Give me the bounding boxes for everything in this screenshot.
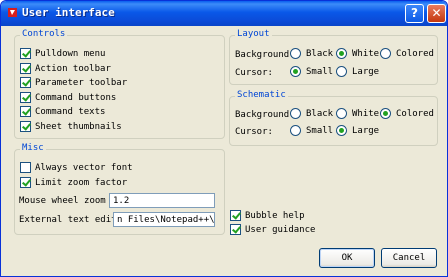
layout-cursor-row: Cursor: Small Large — [235, 66, 435, 79]
mouse-wheel-zoom-input[interactable]: 1.2 — [109, 193, 215, 208]
checkbox-label: Bubble help — [245, 210, 305, 221]
radio-label: White — [352, 108, 380, 119]
ok-button[interactable]: OK — [319, 248, 375, 268]
checkbox-box[interactable] — [20, 77, 31, 88]
radio-button[interactable] — [380, 108, 391, 119]
limit-zoom-factor-checkbox[interactable]: Limit zoom factor — [20, 176, 127, 189]
title-bar[interactable]: User interface ? ✕ — [1, 1, 447, 26]
checkbox-label: Command buttons — [35, 92, 117, 103]
layout-background-black-radio[interactable]: Black — [290, 48, 333, 59]
radio-button[interactable] — [336, 125, 347, 136]
checkbox-box[interactable] — [20, 162, 31, 173]
checkbox-label: Limit zoom factor — [35, 177, 128, 188]
radio-button[interactable] — [336, 48, 347, 59]
checkbox-label: Always vector font — [35, 162, 133, 173]
sheet-thumbnails-checkbox[interactable]: Sheet thumbnails — [20, 120, 122, 133]
layout-cursor-large-radio[interactable]: Large — [336, 66, 379, 77]
checkbox-box[interactable] — [20, 48, 31, 59]
command-buttons-checkbox[interactable]: Command buttons — [20, 91, 116, 104]
layout-background-label: Background: — [235, 49, 295, 60]
schematic-background-white-radio[interactable]: White — [336, 108, 379, 119]
window-title: User interface — [22, 6, 115, 19]
misc-group-title: Misc — [20, 143, 46, 153]
radio-button[interactable] — [290, 66, 301, 77]
checkbox-box[interactable] — [230, 210, 241, 221]
schematic-cursor-small-radio[interactable]: Small — [290, 125, 333, 136]
radio-label: Large — [352, 66, 380, 77]
schematic-background-colored-radio[interactable]: Colored — [380, 108, 434, 119]
radio-button[interactable] — [290, 108, 301, 119]
radio-label: Colored — [396, 108, 434, 119]
radio-button[interactable] — [336, 108, 347, 119]
radio-button[interactable] — [380, 48, 391, 59]
layout-cursor-label: Cursor: — [235, 67, 273, 78]
checkbox-label: Action toolbar — [35, 63, 111, 74]
checkbox-box[interactable] — [20, 106, 31, 117]
close-button[interactable]: ✕ — [427, 4, 446, 23]
mouse-wheel-zoom-label: Mouse wheel zoom — [19, 196, 106, 206]
radio-label: Black — [306, 108, 334, 119]
schematic-background-black-radio[interactable]: Black — [290, 108, 333, 119]
help-button[interactable]: ? — [405, 4, 424, 23]
help-icon: ? — [411, 6, 418, 20]
radio-label: Large — [352, 125, 380, 136]
command-texts-checkbox[interactable]: Command texts — [20, 105, 105, 118]
schematic-cursor-large-radio[interactable]: Large — [336, 125, 379, 136]
checkbox-label: Command texts — [35, 106, 106, 117]
user-interface-dialog: User interface ? ✕ Controls Pulldown men… — [0, 0, 448, 277]
checkbox-label: Sheet thumbnails — [35, 121, 122, 132]
checkbox-box[interactable] — [20, 92, 31, 103]
schematic-background-row: Background: Black White Colored — [235, 108, 435, 121]
pulldown-menu-checkbox[interactable]: Pulldown menu — [20, 47, 105, 60]
schematic-background-label: Background: — [235, 109, 295, 120]
radio-button[interactable] — [290, 48, 301, 59]
schematic-group-title: Schematic — [235, 90, 288, 100]
app-icon — [8, 8, 17, 17]
radio-label: Black — [306, 48, 334, 59]
checkbox-box[interactable] — [230, 224, 241, 235]
layout-cursor-small-radio[interactable]: Small — [290, 66, 333, 77]
checkbox-label: User guidance — [245, 224, 316, 235]
radio-button[interactable] — [290, 125, 301, 136]
layout-group-title: Layout — [235, 29, 272, 39]
radio-label: Colored — [396, 48, 434, 59]
bubble-help-checkbox[interactable]: Bubble help — [230, 209, 305, 222]
checkbox-label: Parameter toolbar — [35, 77, 128, 88]
external-text-editor-label: External text editor — [19, 215, 128, 225]
schematic-cursor-label: Cursor: — [235, 126, 273, 137]
external-text-editor-input[interactable]: n Files\Notepad++\notep — [113, 212, 215, 227]
schematic-group: Schematic — [229, 90, 438, 146]
always-vector-font-checkbox[interactable]: Always vector font — [20, 161, 133, 174]
checkbox-box[interactable] — [20, 121, 31, 132]
action-toolbar-checkbox[interactable]: Action toolbar — [20, 62, 111, 75]
close-icon: ✕ — [431, 6, 442, 20]
checkbox-box[interactable] — [20, 63, 31, 74]
user-guidance-checkbox[interactable]: User guidance — [230, 223, 315, 236]
radio-label: White — [352, 48, 380, 59]
radio-label: Small — [306, 125, 334, 136]
radio-label: Small — [306, 66, 334, 77]
controls-group-title: Controls — [20, 29, 68, 39]
cancel-button[interactable]: Cancel — [381, 248, 437, 268]
radio-button[interactable] — [336, 66, 347, 77]
schematic-cursor-row: Cursor: Small Large — [235, 125, 435, 138]
layout-background-white-radio[interactable]: White — [336, 48, 379, 59]
parameter-toolbar-checkbox[interactable]: Parameter toolbar — [20, 76, 127, 89]
layout-background-row: Background: Black White Colored — [235, 48, 435, 61]
layout-background-colored-radio[interactable]: Colored — [380, 48, 434, 59]
checkbox-box[interactable] — [20, 177, 31, 188]
checkbox-label: Pulldown menu — [35, 48, 106, 59]
